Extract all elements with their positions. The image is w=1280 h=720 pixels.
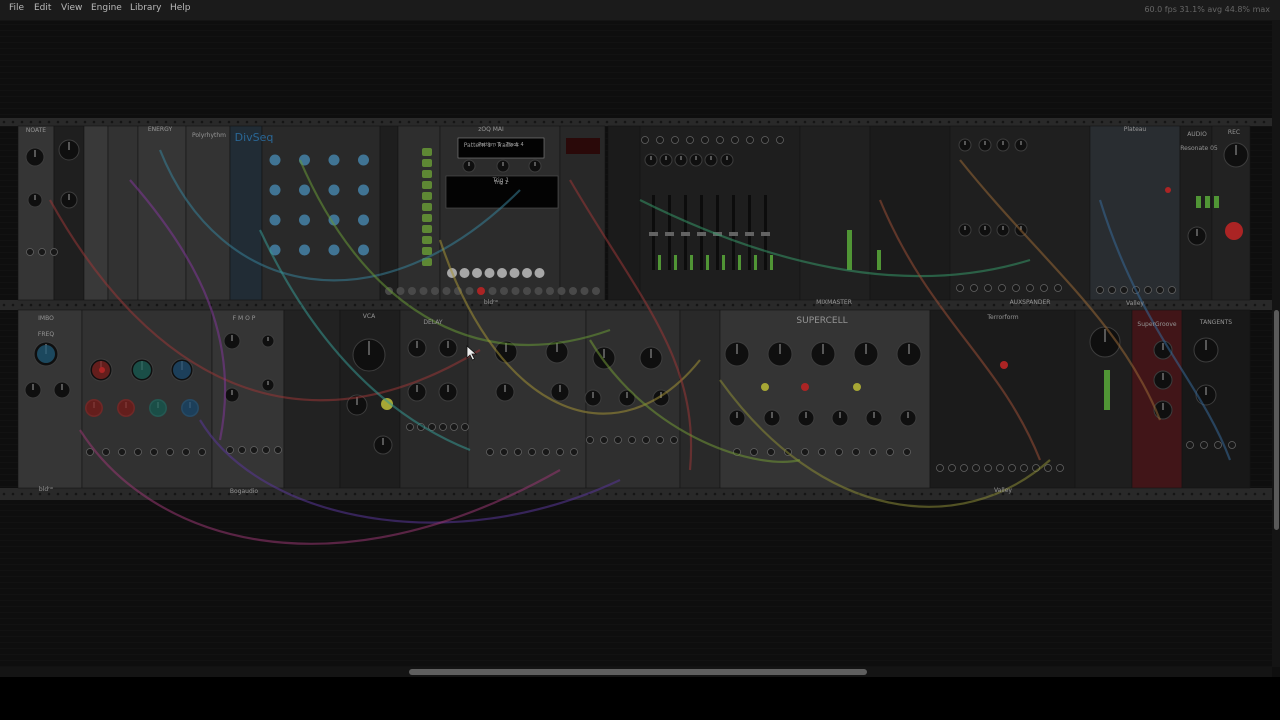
menu-bar: File Edit View Engine Library Help 60.0 … xyxy=(0,0,1280,21)
menu-help[interactable]: Help xyxy=(170,3,191,13)
mouse-pointer-icon xyxy=(466,345,478,361)
horizontal-scroll-thumb[interactable] xyxy=(409,669,867,675)
rack-canvas[interactable]: Pattern 1 : Track 4 Trig 1 NOATE ENERGY Poly… xyxy=(0,21,1272,667)
menu-library[interactable]: Library xyxy=(130,3,161,13)
menu-view[interactable]: View xyxy=(61,3,82,13)
bottom-bar xyxy=(0,677,1280,720)
menu-engine[interactable]: Engine xyxy=(91,3,122,13)
vertical-scroll-thumb[interactable] xyxy=(1274,310,1279,530)
menu-file[interactable]: File xyxy=(9,3,24,13)
rack-view[interactable]: Pattern 1 : Track 4Trig 1NOATE ENERGYPoly… xyxy=(0,21,1272,667)
fps-readout: 60.0 fps 31.1% avg 44.8% max xyxy=(1144,5,1270,14)
dim-overlay xyxy=(0,21,1272,667)
menu-edit[interactable]: Edit xyxy=(34,3,51,13)
